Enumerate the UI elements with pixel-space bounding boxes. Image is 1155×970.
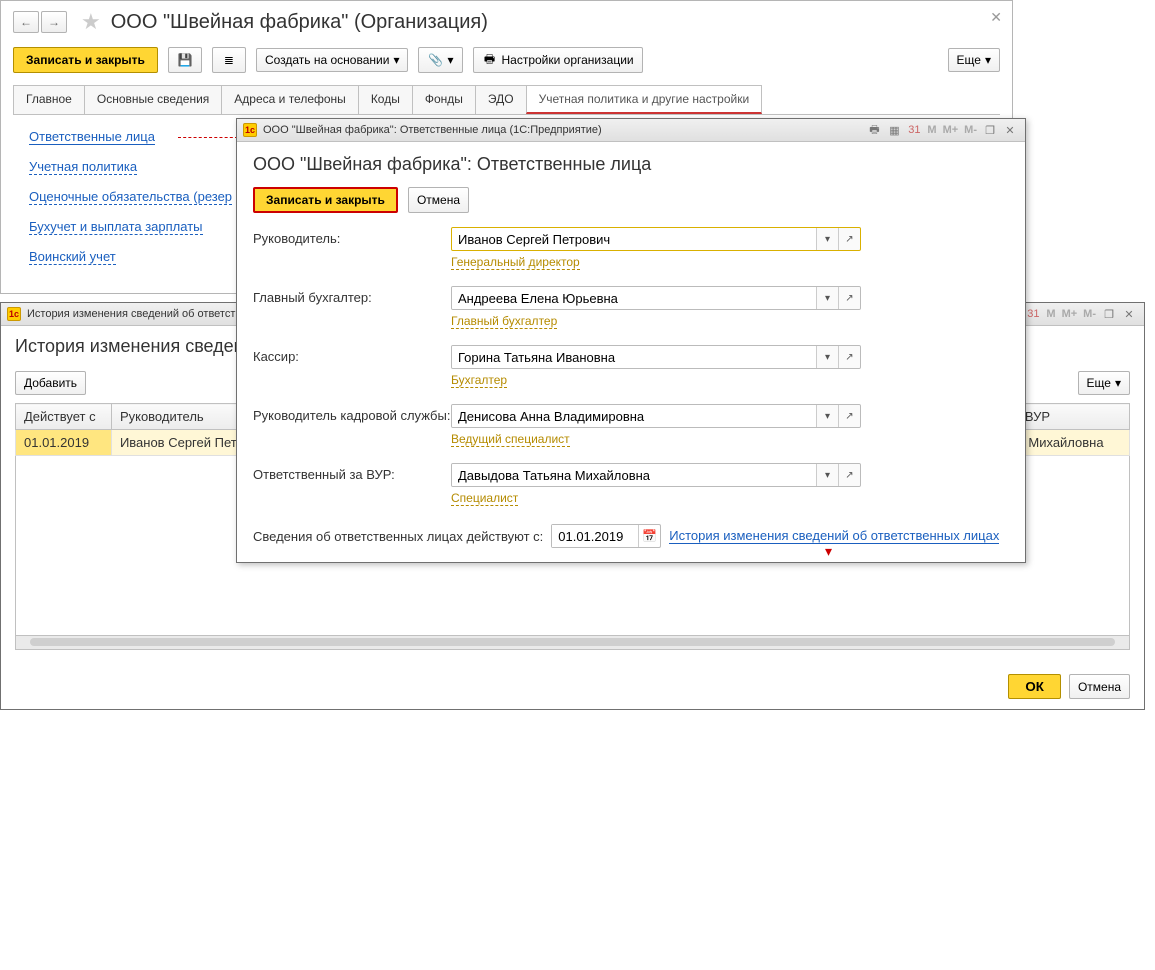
- tab-basic-info[interactable]: Основные сведения: [84, 85, 222, 114]
- vur-lookup[interactable]: ▾ ↗: [451, 463, 861, 487]
- mem-m[interactable]: M: [1044, 308, 1057, 320]
- close-icon[interactable]: ✕: [1120, 306, 1138, 322]
- director-lookup[interactable]: ▾ ↗: [451, 227, 861, 251]
- dialog-save-close-button[interactable]: Записать и закрыть: [253, 187, 398, 213]
- col-effective-from[interactable]: Действует с: [16, 404, 112, 430]
- open-icon[interactable]: ↗: [838, 228, 860, 250]
- link-military[interactable]: Воинский учет: [29, 249, 116, 265]
- tab-funds[interactable]: Фонды: [412, 85, 476, 114]
- open-icon[interactable]: ↗: [838, 346, 860, 368]
- attach-button[interactable]: 📎 ▾: [418, 47, 462, 73]
- label-chief-accountant: Главный бухгалтер:: [253, 286, 451, 305]
- tab-edo[interactable]: ЭДО: [475, 85, 527, 114]
- cashier-lookup[interactable]: ▾ ↗: [451, 345, 861, 369]
- responsible-persons-dialog: 1c ООО "Швейная фабрика": Ответственные …: [236, 118, 1026, 563]
- list-button[interactable]: ≣: [212, 47, 246, 73]
- mem-m[interactable]: M: [925, 124, 938, 136]
- director-position-link[interactable]: Генеральный директор: [451, 255, 580, 270]
- tab-main[interactable]: Главное: [13, 85, 85, 114]
- close-icon[interactable]: ✕: [990, 9, 1002, 26]
- director-input[interactable]: [452, 228, 816, 250]
- effective-date-label: Сведения об ответственных лицах действую…: [253, 529, 543, 544]
- mem-mminus[interactable]: M-: [1081, 308, 1098, 320]
- caret-down-icon: ▾: [393, 53, 399, 67]
- open-icon[interactable]: ↗: [838, 464, 860, 486]
- link-payroll[interactable]: Бухучет и выплата зарплаты: [29, 219, 203, 235]
- history-more-button[interactable]: Еще ▾: [1078, 371, 1130, 395]
- hr-head-lookup[interactable]: ▾ ↗: [451, 404, 861, 428]
- annotation-arrow-down: ▾: [825, 543, 832, 560]
- create-based-button[interactable]: Создать на основании ▾: [256, 48, 409, 72]
- cancel-button[interactable]: Отмена: [1069, 674, 1130, 699]
- caret-down-icon: ▾: [447, 53, 453, 67]
- favorite-star-icon[interactable]: ★: [81, 9, 101, 35]
- nav-back-button[interactable]: ←: [13, 11, 39, 33]
- hr-head-input[interactable]: [452, 405, 816, 427]
- app-1c-icon: 1c: [243, 123, 257, 137]
- app-1c-icon: 1c: [7, 307, 21, 321]
- page-title: ООО "Швейная фабрика" (Организация): [111, 11, 488, 34]
- print-icon: 🖶: [482, 52, 498, 68]
- main-window: ✕ ← → ★ ООО "Швейная фабрика" (Организац…: [0, 0, 1013, 294]
- window-restore-icon[interactable]: ❐: [981, 122, 999, 138]
- mem-mminus[interactable]: M-: [962, 124, 979, 136]
- dropdown-icon[interactable]: ▾: [816, 228, 838, 250]
- vur-input[interactable]: [452, 464, 816, 486]
- dialog-heading: ООО "Швейная фабрика": Ответственные лиц…: [253, 154, 1009, 175]
- open-icon[interactable]: ↗: [838, 405, 860, 427]
- horizontal-scrollbar[interactable]: [15, 636, 1130, 650]
- chief-accountant-input[interactable]: [452, 287, 816, 309]
- calendar-icon[interactable]: 📅: [638, 525, 660, 547]
- tabs: Главное Основные сведения Адреса и телеф…: [1, 85, 1012, 114]
- tab-accounting-policy[interactable]: Учетная политика и другие настройки: [526, 85, 763, 114]
- dialog-cancel-button[interactable]: Отмена: [408, 187, 469, 213]
- add-button[interactable]: Добавить: [15, 371, 86, 395]
- mem-mplus[interactable]: M+: [941, 124, 961, 136]
- org-settings-button[interactable]: 🖶 Настройки организации: [473, 47, 643, 73]
- save-button[interactable]: 💾: [168, 47, 202, 73]
- dropdown-icon[interactable]: ▾: [816, 405, 838, 427]
- ok-button[interactable]: ОК: [1008, 674, 1061, 699]
- more-button[interactable]: Еще ▾: [948, 48, 1000, 72]
- floppy-icon: 💾: [177, 52, 193, 68]
- label-vur: Ответственный за ВУР:: [253, 463, 451, 482]
- close-icon[interactable]: ✕: [1001, 122, 1019, 138]
- chief-accountant-position-link[interactable]: Главный бухгалтер: [451, 314, 557, 329]
- link-responsible-persons[interactable]: Ответственные лица: [29, 129, 155, 145]
- history-link[interactable]: История изменения сведений об ответствен…: [669, 528, 999, 544]
- tab-codes[interactable]: Коды: [358, 85, 413, 114]
- calc-icon[interactable]: ▦: [885, 122, 903, 138]
- dropdown-icon[interactable]: ▾: [816, 346, 838, 368]
- label-cashier: Кассир:: [253, 345, 451, 364]
- nav-forward-button[interactable]: →: [41, 11, 67, 33]
- annotation-arrow: ▸: [178, 137, 238, 138]
- caret-down-icon: ▾: [985, 53, 991, 67]
- chief-accountant-lookup[interactable]: ▾ ↗: [451, 286, 861, 310]
- dropdown-icon[interactable]: ▾: [816, 464, 838, 486]
- mem-mplus[interactable]: M+: [1060, 308, 1080, 320]
- vur-position-link[interactable]: Специалист: [451, 491, 518, 506]
- save-close-button[interactable]: Записать и закрыть: [13, 47, 158, 73]
- cashier-position-link[interactable]: Бухгалтер: [451, 373, 507, 388]
- link-reserves[interactable]: Оценочные обязательства (резер: [29, 189, 232, 205]
- effective-date-input[interactable]: 📅: [551, 524, 661, 548]
- list-icon: ≣: [221, 52, 237, 68]
- calendar-icon[interactable]: 31: [905, 122, 923, 138]
- tab-content: Ответственные лица Учетная политика Оцен…: [13, 114, 1000, 293]
- calendar-icon[interactable]: 31: [1024, 306, 1042, 322]
- label-hr-head: Руководитель кадровой службы:: [253, 404, 451, 423]
- dropdown-icon[interactable]: ▾: [816, 287, 838, 309]
- open-icon[interactable]: ↗: [838, 287, 860, 309]
- cashier-input[interactable]: [452, 346, 816, 368]
- hr-head-position-link[interactable]: Ведущий специалист: [451, 432, 570, 447]
- dialog-title: ООО "Швейная фабрика": Ответственные лиц…: [263, 124, 602, 136]
- print-icon[interactable]: 🖶: [865, 122, 883, 138]
- label-director: Руководитель:: [253, 227, 451, 246]
- folder-attach-icon: 📎: [427, 52, 443, 68]
- window-restore-icon[interactable]: ❐: [1100, 306, 1118, 322]
- link-accounting-policy[interactable]: Учетная политика: [29, 159, 137, 175]
- tab-addresses[interactable]: Адреса и телефоны: [221, 85, 359, 114]
- caret-down-icon: ▾: [1115, 376, 1121, 390]
